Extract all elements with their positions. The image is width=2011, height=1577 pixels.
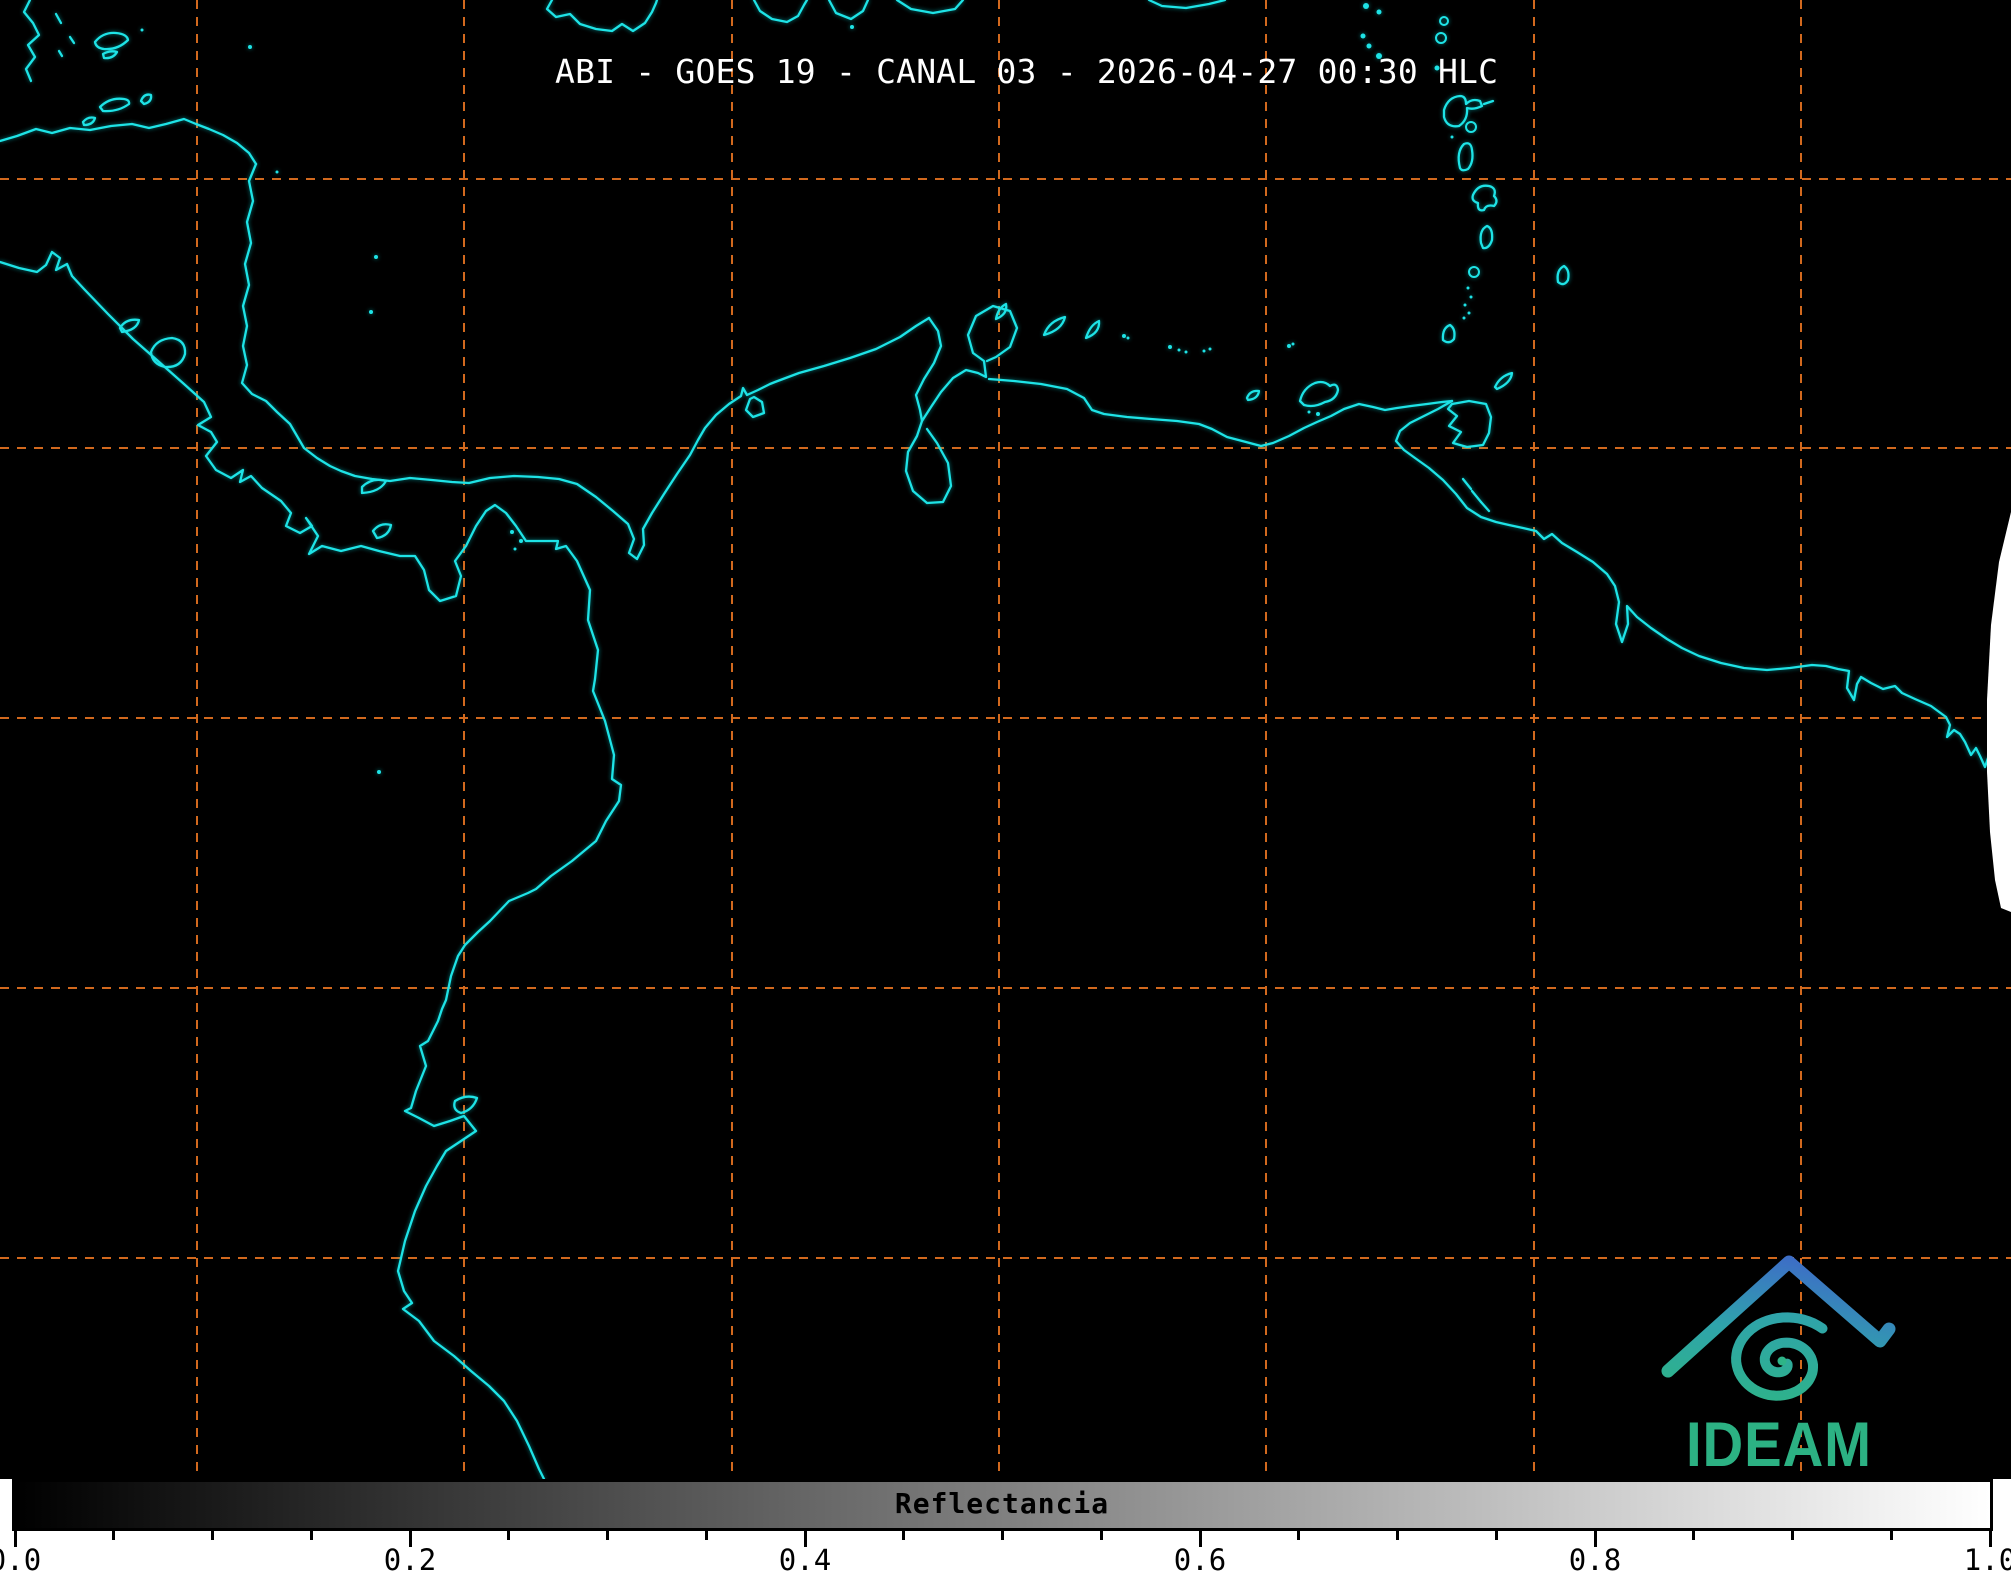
- colorbar-minor-tick: [902, 1531, 905, 1540]
- island-dot: [374, 255, 378, 259]
- island-dot: [1316, 412, 1320, 416]
- island-dot: [1467, 287, 1470, 290]
- island-dot: [369, 310, 373, 314]
- colorbar-minor-tick: [1001, 1531, 1004, 1540]
- island-dot: [1377, 10, 1382, 15]
- colorbar-minor-tick: [112, 1531, 115, 1540]
- image-title: ABI - GOES 19 - CANAL 03 - 2026-04-27 00…: [555, 52, 1498, 91]
- island-dot: [1122, 334, 1126, 338]
- colorbar-minor-tick: [310, 1531, 313, 1540]
- colorbar-minor-tick: [1396, 1531, 1399, 1540]
- ideam-logo-text: IDEAM: [1686, 1410, 1872, 1479]
- colorbar-minor-tick: [705, 1531, 708, 1540]
- colorbar-minor-tick: [606, 1531, 609, 1540]
- colorbar-tick-label: 0.0: [0, 1543, 41, 1577]
- colorbar-tick-label: 0.2: [384, 1543, 436, 1577]
- colorbar-minor-tick: [507, 1531, 510, 1540]
- island-dot: [510, 530, 514, 534]
- colorbar-tick-label: 1.0: [1964, 1543, 2011, 1577]
- island-dot: [141, 29, 144, 32]
- colorbar-tick-label: 0.8: [1569, 1543, 1621, 1577]
- colorbar-minor-tick: [1297, 1531, 1300, 1540]
- island-dot: [1468, 312, 1471, 315]
- island-dot: [1209, 348, 1212, 351]
- island-dot: [1127, 337, 1130, 340]
- island-dot: [1361, 34, 1366, 39]
- island-dot: [850, 25, 854, 29]
- island-dot: [1308, 411, 1311, 414]
- island-dot: [1463, 317, 1466, 320]
- colorbar-minor-tick: [1495, 1531, 1498, 1540]
- map-canvas: IDEAM: [0, 0, 2011, 1479]
- island-dot: [377, 770, 381, 774]
- colorbar-tick-label: 0.4: [779, 1543, 831, 1577]
- island-dot: [1203, 350, 1206, 353]
- island-dot: [276, 171, 279, 174]
- colorbar-label: Reflectancia: [895, 1487, 1109, 1520]
- satellite-image-viewer: IDEAM ABI - GOES 19 - CANAL 03 - 2026-04…: [0, 0, 2011, 1577]
- island-dot: [1178, 349, 1181, 352]
- island-dot: [1363, 3, 1369, 9]
- colorbar-minor-tick: [1791, 1531, 1794, 1540]
- colorbar-minor-tick: [211, 1531, 214, 1540]
- island-dot: [514, 548, 517, 551]
- island-dot: [1470, 296, 1473, 299]
- island-dot: [1185, 351, 1188, 354]
- colorbar-minor-tick: [1100, 1531, 1103, 1540]
- colorbar-minor-tick: [1890, 1531, 1893, 1540]
- island-dot: [1287, 344, 1291, 348]
- colorbar-tick-label: 0.6: [1174, 1543, 1226, 1577]
- island-dot: [1168, 345, 1172, 349]
- island-dot: [1292, 343, 1295, 346]
- colorbar-minor-tick: [1692, 1531, 1695, 1540]
- ideam-logo-swirl-center: [1778, 1357, 1787, 1366]
- island-dot: [519, 539, 523, 543]
- island-dot: [1451, 136, 1454, 139]
- island-dot: [1464, 304, 1467, 307]
- island-dot: [248, 45, 252, 49]
- island-dot: [1367, 44, 1372, 49]
